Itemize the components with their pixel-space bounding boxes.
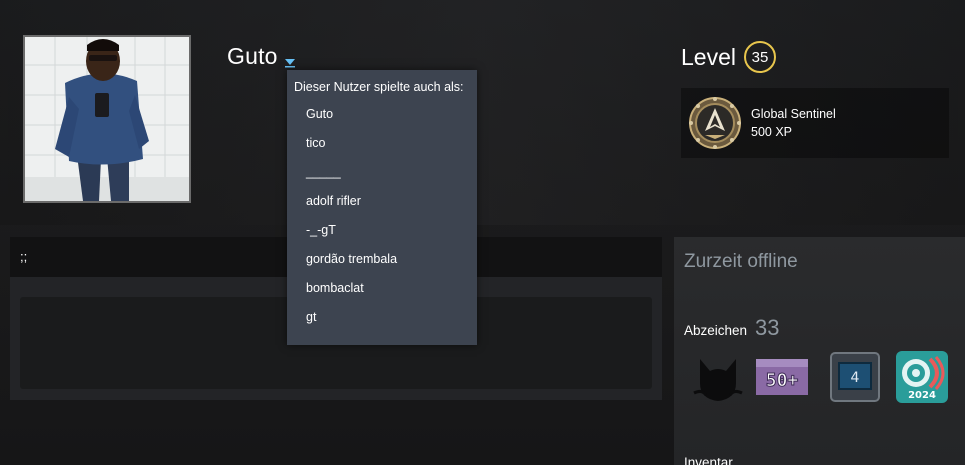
avatar-image: [25, 37, 189, 201]
badges-header[interactable]: Abzeichen 33: [684, 315, 780, 341]
alias-dropdown-arrow-icon[interactable]: [284, 55, 296, 68]
badges-label[interactable]: Abzeichen: [684, 323, 747, 338]
profile-sidebar: Zurzeit offline Abzeichen 33 50+ 4 2024 …: [674, 237, 965, 465]
alias-history-dropdown: Dieser Nutzer spielte auch als: Guto tic…: [287, 70, 477, 345]
featured-badge-text: Global Sentinel 500 XP: [751, 105, 836, 141]
featured-badge[interactable]: Global Sentinel 500 XP: [681, 88, 949, 158]
black-cat-badge-icon[interactable]: [690, 349, 746, 405]
alias-item[interactable]: tico: [287, 133, 477, 162]
steam-2024-badge-icon[interactable]: 2024: [894, 349, 950, 405]
alias-list: Guto tico _____ adolf rifler -_-gT gordã…: [287, 104, 477, 336]
persona-name-row: Guto: [227, 42, 296, 70]
profile-page: Guto Level 35 Global Sentinel 500 XP ;; …: [0, 0, 965, 465]
alias-item[interactable]: bombaclat: [287, 278, 477, 307]
level-badge[interactable]: 35: [743, 41, 776, 73]
online-status: Zurzeit offline: [684, 251, 798, 272]
fifty-plus-badge-text: 50+: [766, 370, 799, 391]
avatar[interactable]: [23, 35, 191, 203]
years-service-badge-text: 4: [851, 370, 860, 386]
alias-item[interactable]: gt: [287, 307, 477, 336]
alias-item[interactable]: _____: [287, 162, 477, 191]
alias-item[interactable]: Guto: [287, 104, 477, 133]
featured-badge-name: Global Sentinel: [751, 107, 836, 121]
level-label: Level: [681, 43, 736, 70]
badges-count[interactable]: 33: [755, 315, 779, 341]
level-area: Level 35: [681, 41, 776, 73]
featured-badge-xp: 500 XP: [751, 125, 793, 139]
steam-2024-badge-text: 2024: [908, 390, 936, 401]
years-service-badge-icon[interactable]: 4: [827, 349, 883, 405]
fifty-plus-badge-icon[interactable]: 50+: [754, 349, 810, 405]
alias-dropdown-title: Dieser Nutzer spielte auch als:: [294, 80, 464, 94]
alias-item[interactable]: -_-gT: [287, 220, 477, 249]
persona-name: Guto: [227, 42, 278, 69]
global-sentinel-badge-icon: [689, 97, 741, 149]
alias-item[interactable]: adolf rifler: [287, 191, 477, 220]
alias-item[interactable]: gordão trembala: [287, 249, 477, 278]
inventory-link[interactable]: Inventar: [684, 455, 733, 465]
